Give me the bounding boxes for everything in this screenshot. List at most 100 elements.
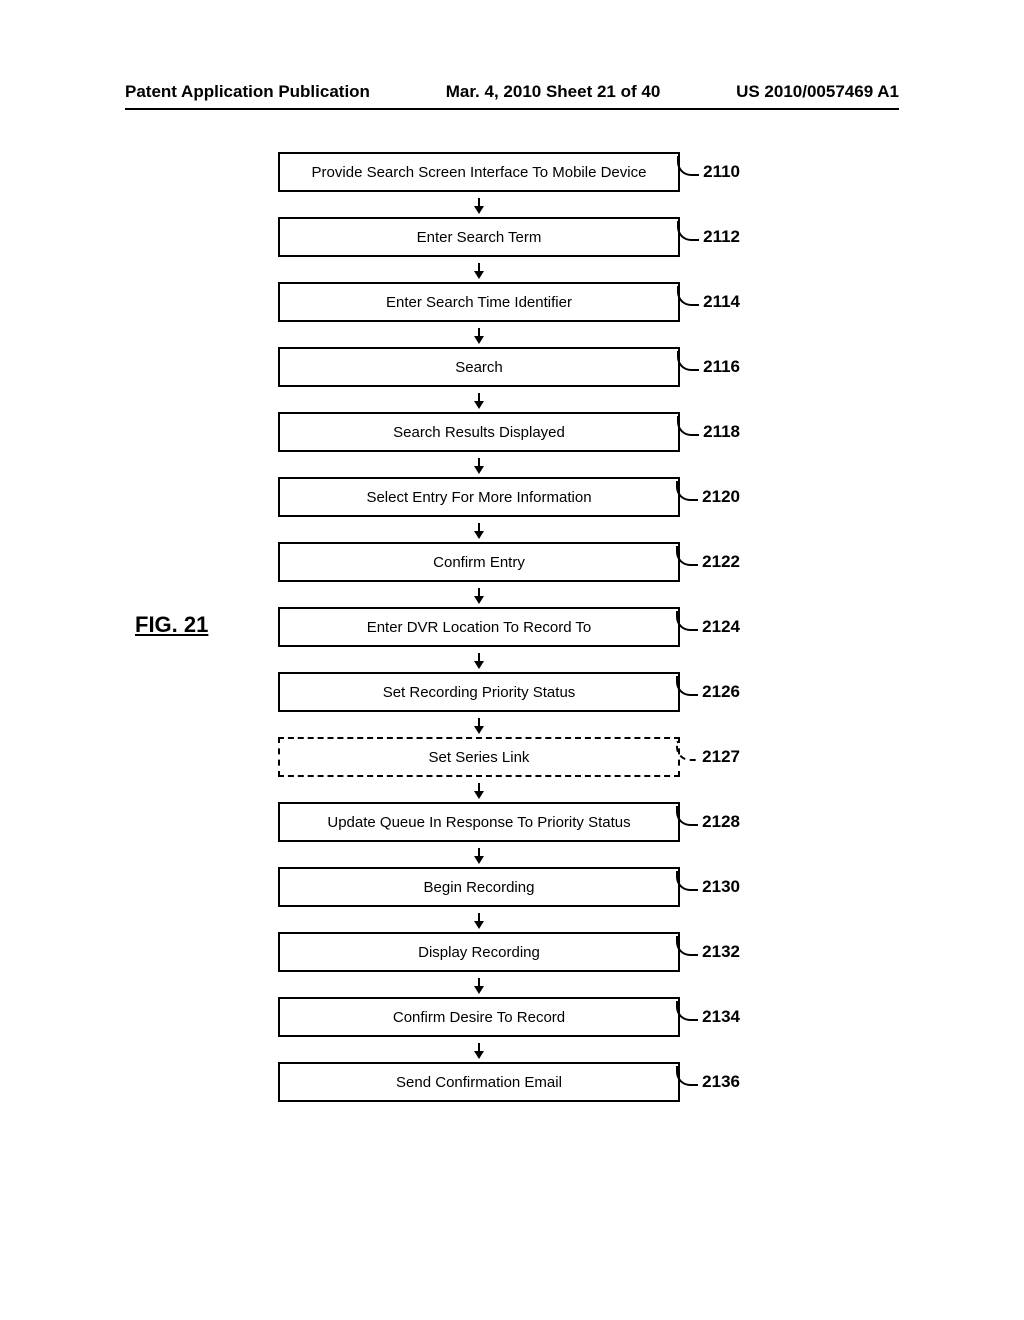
- flowchart-step: Enter Search Time Identifier2114: [278, 282, 680, 322]
- flow-arrow: [278, 647, 680, 672]
- reference-curve: [676, 1066, 698, 1086]
- flow-arrow: [278, 517, 680, 542]
- step-box: Search Results Displayed2118: [278, 412, 680, 452]
- flow-arrow: [278, 452, 680, 477]
- step-box: Select Entry For More Information2120: [278, 477, 680, 517]
- reference-curve: [676, 676, 698, 696]
- flowchart-step: Confirm Desire To Record2134: [278, 997, 680, 1037]
- arrow-down-icon: [478, 328, 480, 342]
- arrow-down-icon: [478, 263, 480, 277]
- flowchart-step: Begin Recording2130: [278, 867, 680, 907]
- flow-arrow: [278, 712, 680, 737]
- reference-curve: [677, 351, 699, 371]
- arrow-down-icon: [478, 913, 480, 927]
- flow-arrow: [278, 842, 680, 867]
- reference-number: 2128: [702, 812, 740, 832]
- step-box: Confirm Entry2122: [278, 542, 680, 582]
- flowchart-step: Display Recording2132: [278, 932, 680, 972]
- reference-number: 2118: [703, 422, 740, 442]
- reference-connector: 2130: [676, 877, 740, 897]
- step-box: Update Queue In Response To Priority Sta…: [278, 802, 680, 842]
- step-box: Display Recording2132: [278, 932, 680, 972]
- reference-curve: [677, 156, 699, 176]
- step-box: Enter Search Time Identifier2114: [278, 282, 680, 322]
- arrow-down-icon: [478, 783, 480, 797]
- step-box: Confirm Desire To Record2134: [278, 997, 680, 1037]
- reference-number: 2124: [702, 617, 740, 637]
- reference-number: 2112: [703, 227, 740, 247]
- header-center: Mar. 4, 2010 Sheet 21 of 40: [446, 82, 661, 102]
- flowchart-step: Enter DVR Location To Record To2124: [278, 607, 680, 647]
- reference-curve: [676, 871, 698, 891]
- reference-connector: 2110: [677, 162, 740, 182]
- flowchart-step: Send Confirmation Email2136: [278, 1062, 680, 1102]
- flowchart-step: Set Recording Priority Status2126: [278, 672, 680, 712]
- flow-arrow: [278, 192, 680, 217]
- step-box: Set Series Link2127: [278, 737, 680, 777]
- flow-arrow: [278, 582, 680, 607]
- arrow-down-icon: [478, 393, 480, 407]
- reference-number: 2120: [702, 487, 740, 507]
- arrow-down-icon: [478, 653, 480, 667]
- step-box: Enter DVR Location To Record To2124: [278, 607, 680, 647]
- reference-number: 2114: [703, 292, 740, 312]
- step-box: Set Recording Priority Status2126: [278, 672, 680, 712]
- flowchart-step: Update Queue In Response To Priority Sta…: [278, 802, 680, 842]
- reference-connector: 2118: [677, 422, 740, 442]
- flow-arrow: [278, 1037, 680, 1062]
- header-divider: [125, 108, 899, 110]
- header-left: Patent Application Publication: [125, 82, 370, 102]
- reference-connector: 2127: [676, 747, 740, 767]
- arrow-down-icon: [478, 1043, 480, 1057]
- flow-arrow: [278, 777, 680, 802]
- step-box: Enter Search Term2112: [278, 217, 680, 257]
- reference-curve: [676, 741, 698, 761]
- step-box: Send Confirmation Email2136: [278, 1062, 680, 1102]
- flow-arrow: [278, 387, 680, 412]
- flowchart-step: Search2116: [278, 347, 680, 387]
- flowchart-step: Confirm Entry2122: [278, 542, 680, 582]
- figure-label: FIG. 21: [135, 612, 208, 638]
- reference-number: 2134: [702, 1007, 740, 1027]
- flowchart-step: Provide Search Screen Interface To Mobil…: [278, 152, 680, 192]
- flow-arrow: [278, 907, 680, 932]
- reference-connector: 2126: [676, 682, 740, 702]
- flowchart-step: Select Entry For More Information2120: [278, 477, 680, 517]
- flow-arrow: [278, 322, 680, 347]
- reference-connector: 2134: [676, 1007, 740, 1027]
- reference-curve: [677, 286, 699, 306]
- reference-curve: [676, 611, 698, 631]
- flowchart: Provide Search Screen Interface To Mobil…: [278, 152, 680, 1102]
- reference-curve: [677, 416, 699, 436]
- reference-connector: 2112: [677, 227, 740, 247]
- arrow-down-icon: [478, 848, 480, 862]
- flowchart-step: Search Results Displayed2118: [278, 412, 680, 452]
- reference-connector: 2132: [676, 942, 740, 962]
- arrow-down-icon: [478, 718, 480, 732]
- reference-connector: 2114: [677, 292, 740, 312]
- reference-number: 2130: [702, 877, 740, 897]
- header-right: US 2010/0057469 A1: [736, 82, 899, 102]
- reference-curve: [676, 936, 698, 956]
- reference-number: 2116: [703, 357, 740, 377]
- page-header: Patent Application Publication Mar. 4, 2…: [125, 82, 899, 102]
- flow-arrow: [278, 257, 680, 282]
- arrow-down-icon: [478, 458, 480, 472]
- reference-number: 2110: [703, 162, 740, 182]
- reference-number: 2127: [702, 747, 740, 767]
- flow-arrow: [278, 972, 680, 997]
- step-box: Provide Search Screen Interface To Mobil…: [278, 152, 680, 192]
- arrow-down-icon: [478, 588, 480, 602]
- arrow-down-icon: [478, 523, 480, 537]
- reference-number: 2126: [702, 682, 740, 702]
- reference-curve: [676, 546, 698, 566]
- reference-connector: 2128: [676, 812, 740, 832]
- reference-connector: 2122: [676, 552, 740, 572]
- reference-connector: 2120: [676, 487, 740, 507]
- reference-curve: [677, 221, 699, 241]
- reference-number: 2122: [702, 552, 740, 572]
- flowchart-step: Set Series Link2127: [278, 737, 680, 777]
- reference-connector: 2116: [677, 357, 740, 377]
- flowchart-step: Enter Search Term2112: [278, 217, 680, 257]
- reference-number: 2136: [702, 1072, 740, 1092]
